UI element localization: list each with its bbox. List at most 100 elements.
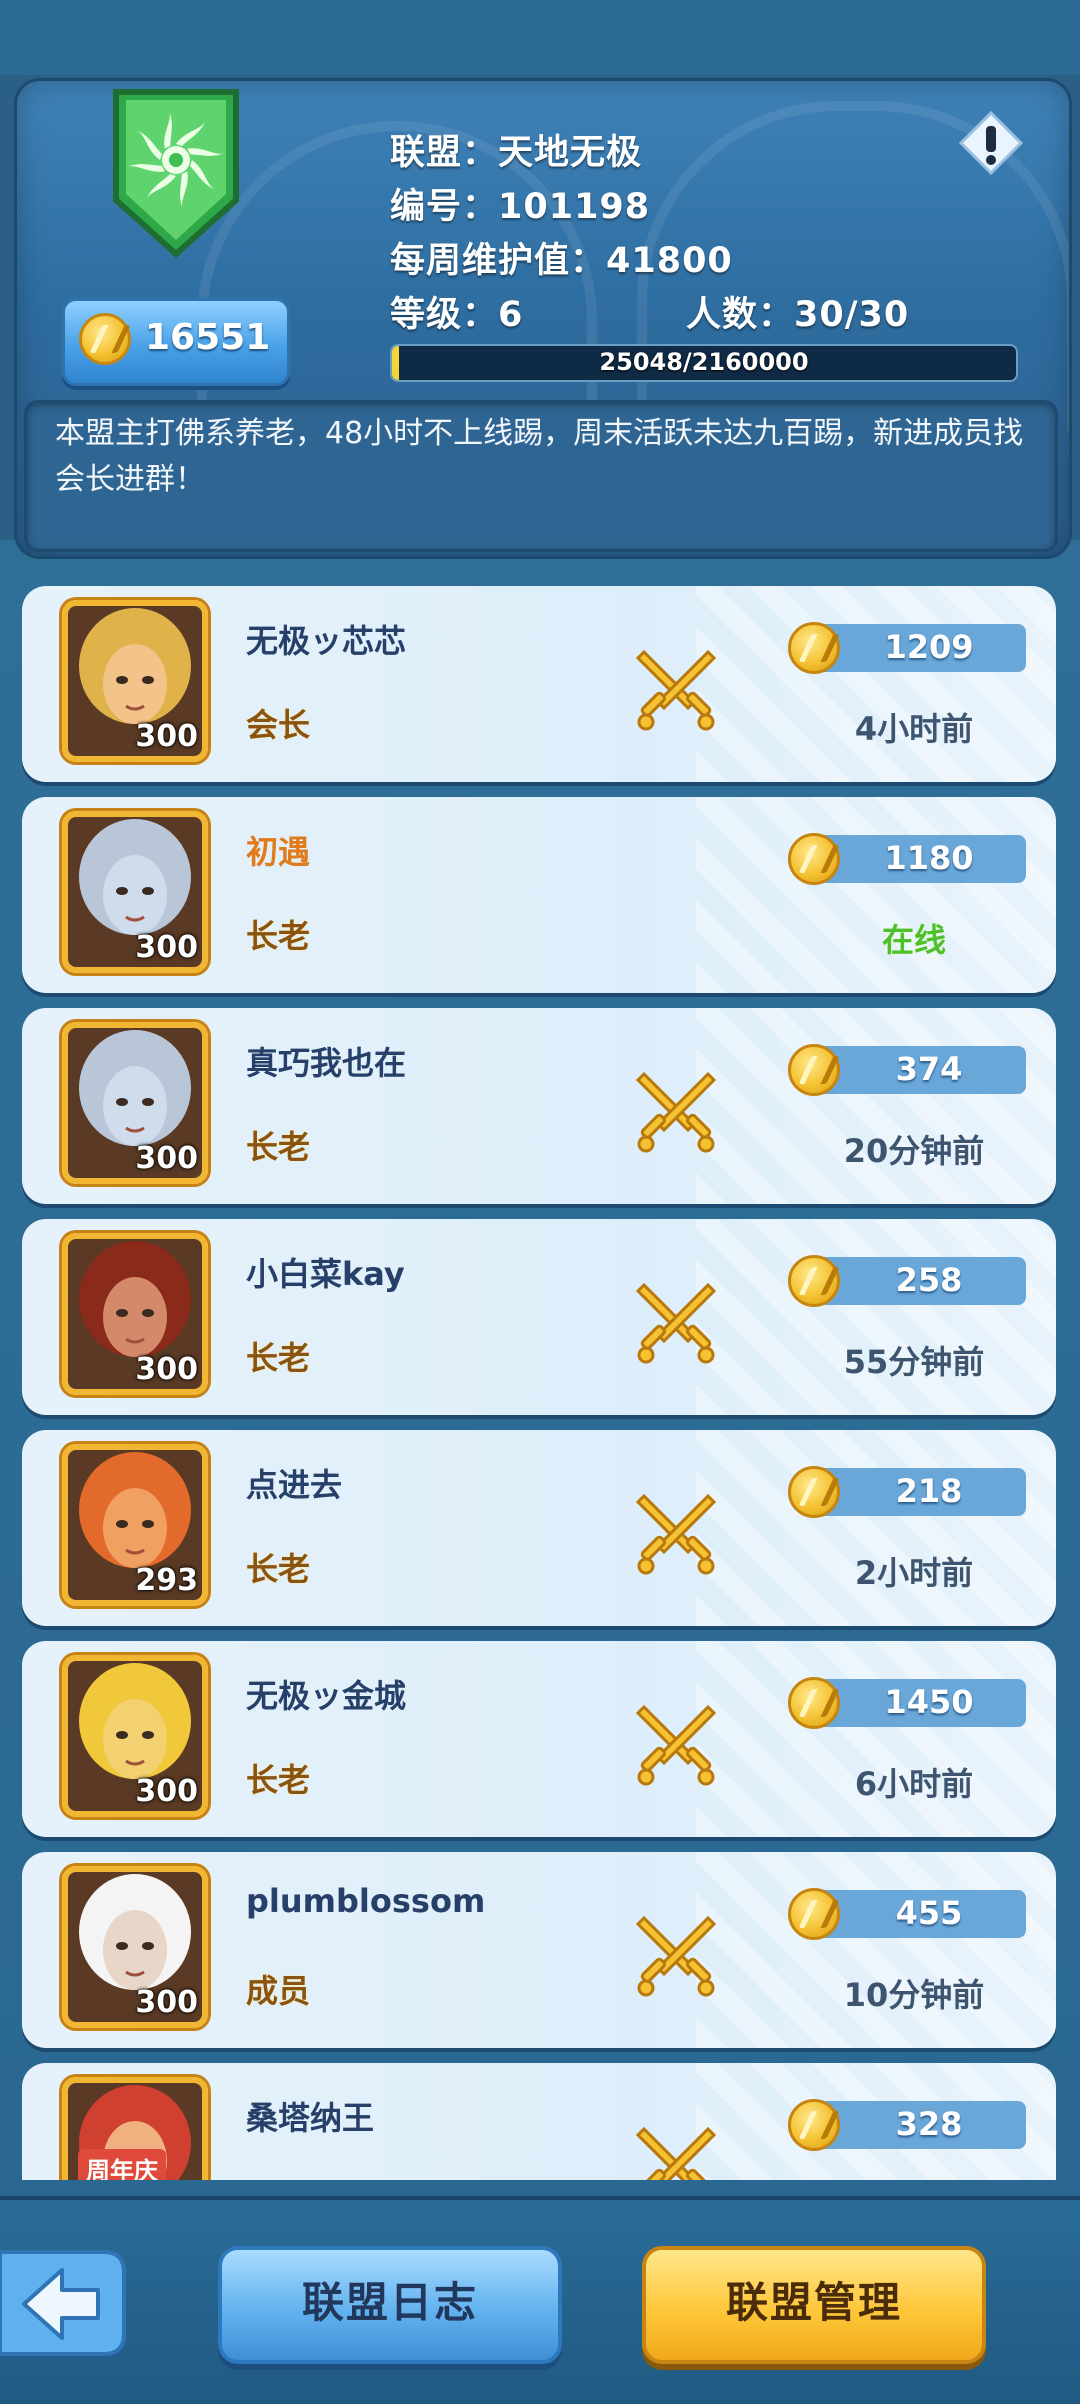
- crossed-swords-icon[interactable]: [630, 642, 722, 734]
- member-name: 桑塔纳王: [246, 2099, 375, 2137]
- member-contribution-value: 1209: [884, 628, 974, 666]
- member-name: 真巧我也在: [246, 1044, 407, 1082]
- alliance-notice-board[interactable]: 本盟主打佛系养老，48小时不上线踢，周末活跃未达九百踢，新进成员找会长进群！: [24, 400, 1058, 552]
- back-arrow-icon[interactable]: [0, 2248, 130, 2358]
- member-contribution-value: 218: [895, 1472, 963, 1510]
- exclamation-icon[interactable]: [958, 110, 1024, 176]
- row-decoration: [696, 586, 1056, 782]
- member-level: 300: [135, 1352, 198, 1387]
- alliance-id-value: 101198: [498, 187, 651, 227]
- alliance-level-label: 等级：: [390, 295, 499, 335]
- crossed-swords-icon[interactable]: [630, 1275, 722, 1367]
- member-last-online: 4小时前: [854, 710, 974, 748]
- crossed-swords-icon[interactable]: [630, 1064, 722, 1156]
- coin-icon: [788, 622, 840, 674]
- member-last-online: 在线: [881, 921, 946, 959]
- member-last-online: 55分钟前: [843, 1343, 985, 1381]
- member-name: 无极ッ金城: [246, 1677, 407, 1715]
- member-row[interactable]: 300 无极ッ金城长老 1450 6小时前: [22, 1641, 1056, 1837]
- alliance-id-line: 编号：101198: [390, 178, 650, 229]
- member-contribution-value: 1180: [884, 839, 974, 877]
- member-last-online: 2小时前: [854, 1554, 974, 1592]
- top-status-band: [0, 0, 1080, 75]
- alliance-log-button[interactable]: 联盟日志: [218, 2246, 562, 2364]
- alliance-coins-value: 16551: [145, 317, 271, 358]
- alliance-members-line: 人数：30/30: [686, 286, 909, 337]
- member-list[interactable]: 300 无极ッ芯芯 会长 1209 4小时前 300 初遇 长老 1180 在线 300 真巧我也在长…: [0, 582, 1080, 2180]
- coin-icon: [788, 1677, 840, 1729]
- row-decoration: [696, 1008, 1056, 1204]
- member-last-online: 6小时前: [854, 1765, 974, 1803]
- coin-icon: [79, 313, 131, 365]
- member-avatar[interactable]: 300: [62, 1655, 208, 1817]
- member-name: plumblossom: [246, 1882, 486, 1920]
- member-contribution-value: 1450: [884, 1683, 974, 1721]
- member-name: 初遇: [246, 833, 311, 871]
- member-role: 长老: [246, 917, 311, 955]
- member-row[interactable]: 桑塔纳王 328 周年庆: [22, 2063, 1056, 2180]
- alliance-members-value: 30/30: [794, 295, 910, 335]
- row-decoration: [696, 1641, 1056, 1837]
- alliance-exp-progress-bar: 25048/2160000: [390, 344, 1018, 382]
- member-name: 无极ッ芯芯: [246, 622, 407, 660]
- member-contribution-value: 374: [895, 1050, 963, 1088]
- member-name: 小白菜kay: [246, 1255, 405, 1293]
- coin-icon: [788, 1888, 840, 1940]
- coin-icon: [788, 1466, 840, 1518]
- member-row[interactable]: 293 点进去 长老 218 2小时前: [22, 1430, 1056, 1626]
- member-level: 300: [135, 1985, 198, 2020]
- member-level: 300: [135, 719, 198, 754]
- member-avatar[interactable]: 300: [62, 1233, 208, 1395]
- member-last-online: 20分钟前: [843, 1132, 985, 1170]
- member-role: 长老: [246, 1339, 311, 1377]
- alliance-emblem-icon[interactable]: [112, 88, 240, 258]
- weekly-maintenance-line: 每周维护值：41800: [390, 232, 733, 283]
- alliance-notice-text: 本盟主打佛系养老，48小时不上线踢，周末活跃未达九百踢，新进成员找会长进群！: [55, 416, 1024, 497]
- coin-icon: [788, 2099, 840, 2151]
- member-avatar[interactable]: 300: [62, 600, 208, 762]
- member-role: 长老: [246, 1128, 311, 1166]
- alliance-level-line: 等级：6: [390, 286, 523, 337]
- crossed-swords-icon[interactable]: [630, 1486, 722, 1578]
- crossed-swords-icon[interactable]: [630, 1697, 722, 1789]
- crossed-swords-icon[interactable]: [630, 1908, 722, 2000]
- alliance-coins-display[interactable]: 16551: [62, 298, 290, 386]
- member-avatar[interactable]: 300: [62, 1866, 208, 2028]
- member-contribution-value: 455: [895, 1894, 963, 1932]
- member-level: 300: [135, 930, 198, 965]
- member-level: 300: [135, 1774, 198, 1809]
- anniversary-badge: 周年庆: [78, 2149, 166, 2180]
- member-role: 会长: [246, 706, 311, 744]
- member-name: 点进去: [246, 1466, 343, 1504]
- alliance-name: 天地无极: [498, 133, 643, 173]
- member-contribution-value: 258: [895, 1261, 963, 1299]
- member-row[interactable]: 300 真巧我也在长老 374 20分钟前: [22, 1008, 1056, 1204]
- member-last-online: 10分钟前: [843, 1976, 985, 2014]
- member-level: 300: [135, 1141, 198, 1176]
- member-row[interactable]: 300 小白菜kay 长老 258 55分钟前: [22, 1219, 1056, 1415]
- alliance-label: 联盟：: [390, 133, 499, 173]
- progress-text: 25048/2160000: [599, 348, 809, 376]
- row-decoration: [696, 1430, 1056, 1626]
- member-role: 长老: [246, 1761, 311, 1799]
- row-decoration: [696, 1852, 1056, 2048]
- row-decoration: [696, 1219, 1056, 1415]
- coin-icon: [788, 833, 840, 885]
- member-row[interactable]: 300 无极ッ芯芯会长 1209 4小时前: [22, 586, 1056, 782]
- member-row[interactable]: 300 plumblossom 成员 455 10分钟前: [22, 1852, 1056, 2048]
- crossed-swords-icon[interactable]: [630, 2119, 722, 2180]
- alliance-id-label: 编号：: [390, 187, 499, 227]
- member-avatar[interactable]: 293: [62, 1444, 208, 1606]
- alliance-level-value: 6: [498, 295, 524, 335]
- coin-icon: [788, 1044, 840, 1096]
- member-avatar[interactable]: 300: [62, 811, 208, 973]
- alliance-members-label: 人数：: [686, 295, 795, 335]
- coin-icon: [788, 1255, 840, 1307]
- bottom-action-bar: 联盟日志 联盟管理: [0, 2196, 1080, 2404]
- member-avatar[interactable]: 300: [62, 1022, 208, 1184]
- weekly-maintenance-value: 41800: [606, 241, 733, 281]
- member-row[interactable]: 300 初遇长老 1180 在线: [22, 797, 1056, 993]
- alliance-name-line: 联盟：天地无极: [390, 124, 642, 175]
- member-level: 293: [135, 1563, 198, 1598]
- alliance-manage-button[interactable]: 联盟管理: [642, 2246, 986, 2364]
